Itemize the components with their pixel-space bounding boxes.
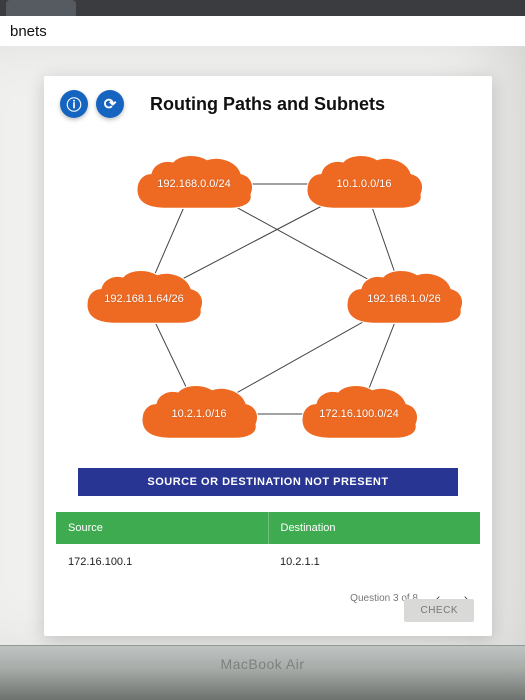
subnet-cloud[interactable]: 192.168.1.0/26 bbox=[339, 270, 469, 328]
subnet-cloud[interactable]: 192.168.1.64/26 bbox=[79, 270, 209, 328]
destination-header: Destination bbox=[269, 512, 481, 544]
laptop-bezel: MacBook Air bbox=[0, 645, 525, 700]
check-button[interactable]: CHECK bbox=[404, 599, 474, 622]
subnet-label: 192.168.0.0/24 bbox=[157, 178, 230, 190]
subnet-label: 172.16.100.0/24 bbox=[319, 408, 399, 420]
info-icon: ⓘ bbox=[66, 94, 81, 115]
io-table-head: Source Destination bbox=[56, 512, 480, 544]
network-diagram: 192.168.0.0/24 10.1.0.0/16 192.168.1.64/26… bbox=[44, 124, 492, 464]
browser-chrome: bnets bbox=[0, 0, 525, 47]
subnet-cloud[interactable]: 10.2.1.0/16 bbox=[134, 385, 264, 443]
subnet-label: 10.1.0.0/16 bbox=[336, 178, 391, 190]
tab-strip bbox=[0, 0, 525, 16]
page-title-fragment: bnets bbox=[4, 21, 53, 42]
subnet-cloud[interactable]: 172.16.100.0/24 bbox=[294, 385, 424, 443]
page-background: ⓘ ⟳ Routing Paths and Subnets 192.168.0.… bbox=[0, 46, 525, 646]
card-header: ⓘ ⟳ Routing Paths and Subnets bbox=[44, 76, 492, 124]
info-button[interactable]: ⓘ bbox=[60, 90, 88, 118]
destination-value: 10.2.1.1 bbox=[268, 544, 480, 580]
laptop-model: MacBook Air bbox=[0, 646, 525, 672]
card-title: Routing Paths and Subnets bbox=[150, 94, 385, 115]
subnet-label: 192.168.1.0/26 bbox=[367, 293, 440, 305]
io-table: Source Destination 172.16.100.1 10.2.1.1 bbox=[56, 512, 480, 580]
subnet-label: 192.168.1.64/26 bbox=[104, 293, 184, 305]
subnet-cloud[interactable]: 10.1.0.0/16 bbox=[299, 155, 429, 213]
subnet-cloud[interactable]: 192.168.0.0/24 bbox=[129, 155, 259, 213]
reload-icon: ⟳ bbox=[104, 95, 117, 113]
reload-button[interactable]: ⟳ bbox=[96, 90, 124, 118]
activity-card: ⓘ ⟳ Routing Paths and Subnets 192.168.0.… bbox=[44, 76, 492, 636]
status-bar: SOURCE OR DESTINATION NOT PRESENT bbox=[78, 468, 458, 496]
subnet-label: 10.2.1.0/16 bbox=[171, 408, 226, 420]
io-table-row: 172.16.100.1 10.2.1.1 bbox=[56, 544, 480, 580]
source-value: 172.16.100.1 bbox=[56, 544, 268, 580]
source-header: Source bbox=[56, 512, 269, 544]
address-bar-area: bnets bbox=[0, 16, 525, 46]
